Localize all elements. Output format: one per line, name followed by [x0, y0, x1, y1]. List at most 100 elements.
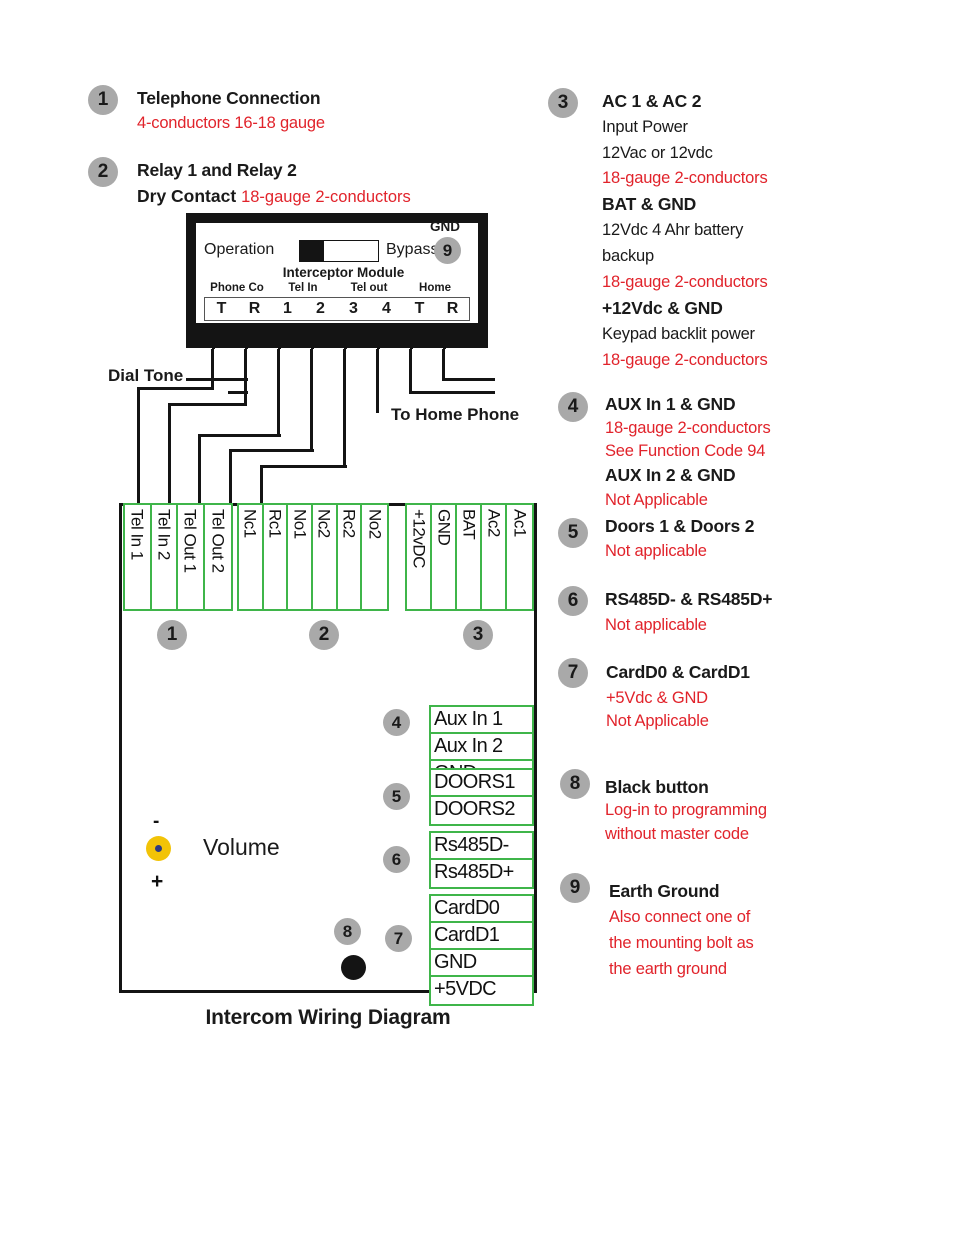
wire-seg: [442, 349, 446, 381]
interceptor-group-tel-out: Tel out: [350, 282, 388, 294]
terminal-gnd-power[interactable]: GND: [432, 505, 458, 609]
legend-badge-3: 3: [548, 88, 578, 118]
interceptor-terminal-2[interactable]: 1: [271, 298, 304, 320]
unit-badge-7: 7: [385, 925, 412, 952]
terminal-label: BAT: [459, 509, 479, 540]
wire-seg: [168, 403, 172, 503]
unit-badge-5: 5: [383, 783, 410, 810]
interceptor-terminal-3[interactable]: 2: [304, 298, 337, 320]
legend-heading-5-0: Doors 1 & Doors 2: [605, 516, 755, 536]
wire-seg: [168, 403, 247, 407]
wire-home-lower: [409, 391, 495, 395]
wire-dial-tone-upper: [186, 378, 248, 381]
interceptor-group-home: Home: [419, 282, 451, 294]
terminal-label: Tel Out 1: [180, 509, 200, 573]
terminal-rc2[interactable]: Rc2: [337, 505, 363, 609]
terminal-tel-in-2[interactable]: Tel In 2: [151, 505, 179, 609]
terminal-nc1[interactable]: Nc1: [239, 505, 264, 609]
interceptor-terminal-0[interactable]: T: [205, 298, 238, 320]
terminal-aux-in-1[interactable]: Aux In 1: [431, 707, 532, 734]
wire-seg: [211, 349, 215, 390]
terminal-label: Rc1: [265, 509, 285, 538]
terminal-cardd0[interactable]: CardD0: [431, 896, 532, 923]
interceptor-terminal-5[interactable]: 4: [370, 298, 403, 320]
interceptor-bypass-label: Bypass: [386, 241, 439, 258]
legend-heading-4-1: AUX In 2 & GND: [605, 465, 736, 485]
legend-line-9-0-0: Also connect one of: [609, 908, 751, 926]
legend-heading-7-0: CardD0 & CardD1: [606, 662, 750, 682]
interceptor-switch-knob[interactable]: [300, 241, 324, 261]
interceptor-terminal-1[interactable]: R: [238, 298, 271, 320]
legend-line-7-0-0: +5Vdc & GND: [606, 689, 708, 707]
legend-badge-4: 4: [558, 392, 588, 422]
volume-knob[interactable]: [146, 836, 171, 861]
legend-badge-9-module: 9: [434, 237, 461, 264]
interceptor-faceplate: Operation Bypass Interceptor Module Phon…: [196, 223, 478, 323]
terminal-plus-12vdc[interactable]: +12vDC: [407, 505, 433, 609]
unit-badge-2: 2: [309, 620, 339, 650]
terminal-doors1[interactable]: DOORS1: [431, 770, 532, 797]
terminal-plus-5vdc[interactable]: +5VDC: [431, 977, 532, 1004]
volume-minus-label: -: [153, 811, 160, 832]
terminal-rs485d-plus[interactable]: Rs485D+: [431, 860, 532, 887]
legend-heading-9-0: Earth Ground: [609, 881, 720, 901]
wire-home-upper: [442, 378, 495, 382]
terminal-group-5: DOORS1 DOORS2: [429, 768, 534, 826]
legend-badge-2: 2: [88, 157, 118, 187]
terminal-no2[interactable]: No2: [362, 505, 387, 609]
interceptor-terminal-7[interactable]: R: [436, 298, 469, 320]
terminal-label: Tel In 1: [127, 509, 147, 560]
terminal-label: Tel In 2: [154, 509, 174, 560]
terminal-ac1[interactable]: Ac1: [507, 505, 533, 609]
interceptor-mode-switch[interactable]: [299, 240, 379, 262]
interceptor-pin-6: [410, 323, 414, 349]
terminal-no1[interactable]: No1: [288, 505, 314, 609]
legend-line-3-1-1: backup: [602, 247, 655, 265]
terminal-label: Rc2: [339, 509, 359, 538]
black-programming-button[interactable]: [341, 955, 366, 980]
interceptor-gnd-label: GND: [430, 219, 460, 234]
terminal-cardd1[interactable]: CardD1: [431, 923, 532, 950]
terminal-tel-out-1[interactable]: Tel Out 1: [178, 505, 205, 609]
interceptor-terminal-6[interactable]: T: [403, 298, 436, 320]
terminal-nc2[interactable]: Nc2: [313, 505, 338, 609]
terminal-aux-in-2[interactable]: Aux In 2: [431, 734, 532, 761]
legend-badge-8: 8: [560, 769, 590, 799]
interceptor-group-tel-in: Tel In: [288, 282, 318, 294]
terminal-rs485d-minus[interactable]: Rs485D-: [431, 833, 532, 860]
legend-heading-3-2: +12Vdc & GND: [602, 298, 723, 318]
legend-note-2-0-tail: 18-gauge 2-conductors: [241, 188, 411, 206]
terminal-bat[interactable]: BAT: [457, 505, 483, 609]
legend-badge-5: 5: [558, 518, 588, 548]
legend-heading-3-0: AC 1 & AC 2: [602, 91, 702, 111]
terminal-label: +12vDC: [409, 509, 428, 568]
unit-badge-6: 6: [383, 846, 410, 873]
legend-badge-1: 1: [88, 85, 118, 115]
terminal-rc1[interactable]: Rc1: [263, 505, 289, 609]
legend-line-8-0-0: Log-in to programming: [605, 801, 767, 819]
interceptor-pin-5: [377, 323, 381, 349]
terminal-label: Ac1: [510, 509, 530, 537]
terminal-gnd-card[interactable]: GND: [431, 950, 532, 977]
interceptor-pin-1: [245, 323, 249, 349]
terminal-ac2[interactable]: Ac2: [482, 505, 508, 609]
wire-seg: [229, 449, 314, 453]
wire-seg: [198, 434, 281, 438]
unit-badge-8: 8: [334, 918, 361, 945]
interceptor-operation-label: Operation: [204, 241, 275, 258]
legend-heading-6-0: RS485D- & RS485D+: [605, 589, 773, 609]
terminal-tel-out-2[interactable]: Tel Out 2: [204, 505, 231, 609]
to-home-phone-label: To Home Phone: [391, 405, 520, 424]
unit-badge-1: 1: [157, 620, 187, 650]
legend-line-3-0-0: Input Power: [602, 118, 688, 136]
legend-badge-6: 6: [558, 586, 588, 616]
legend-title-1: Telephone Connection: [137, 88, 321, 108]
legend-line-4-0-0: 18-gauge 2-conductors: [605, 419, 771, 437]
terminal-tel-in-1[interactable]: Tel In 1: [125, 505, 152, 609]
interceptor-terminal-4[interactable]: 3: [337, 298, 370, 320]
terminal-group-1: Tel In 1 Tel In 2 Tel Out 1 Tel Out 2: [123, 503, 233, 611]
wire-seg: [376, 349, 380, 413]
wire-dial-tone-lower: [228, 391, 248, 394]
terminal-doors2[interactable]: DOORS2: [431, 797, 532, 824]
legend-note-2-0: Dry Contact 18-gauge 2-conductors: [137, 186, 411, 207]
